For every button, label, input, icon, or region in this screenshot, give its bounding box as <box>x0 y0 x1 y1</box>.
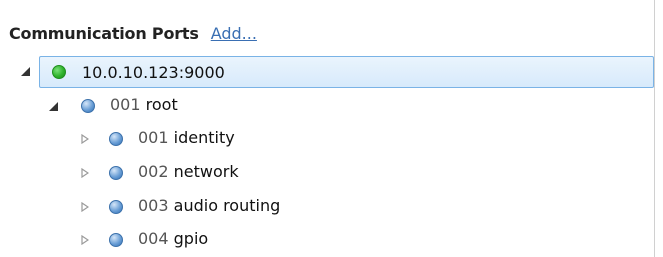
node-number: 004 <box>138 229 169 248</box>
node-name: audio routing <box>173 196 281 215</box>
tree-row-child[interactable]: 004 gpio <box>0 223 654 256</box>
node-icon <box>109 132 123 146</box>
panel-title: Communication Ports <box>9 23 199 43</box>
tree-row-root[interactable]: 001 root <box>0 89 654 122</box>
communication-ports-panel: Communication Ports Add... 10.0.10.123:9… <box>0 0 655 257</box>
tree-row-child[interactable]: 001 identity <box>0 122 654 155</box>
node-number: 001 <box>110 95 141 114</box>
node-number: 003 <box>138 196 169 215</box>
panel-header: Communication Ports Add... <box>9 18 257 48</box>
expanded-arrow-icon[interactable] <box>48 101 58 111</box>
node-icon <box>109 233 123 247</box>
node-number: 002 <box>138 162 169 181</box>
node-icon <box>109 200 123 214</box>
node-label: 002 network <box>138 162 239 181</box>
collapsed-arrow-icon[interactable] <box>80 134 90 144</box>
collapsed-arrow-icon[interactable] <box>80 168 90 178</box>
add-port-link[interactable]: Add... <box>211 24 257 43</box>
node-name: gpio <box>173 229 209 248</box>
collapsed-arrow-icon[interactable] <box>80 202 90 212</box>
connection-label: 10.0.10.123:9000 <box>82 63 225 82</box>
node-number: 001 <box>138 128 169 147</box>
tree-row-child[interactable]: 002 network <box>0 156 654 189</box>
tree-row-child[interactable]: 003 audio routing <box>0 190 654 223</box>
node-label: 004 gpio <box>138 229 208 248</box>
expanded-arrow-icon[interactable] <box>20 66 30 76</box>
node-label: 003 audio routing <box>138 196 280 215</box>
node-name: network <box>173 162 239 181</box>
node-name: root <box>145 95 178 114</box>
node-label: 001 identity <box>138 128 235 147</box>
node-name: identity <box>173 128 235 147</box>
node-icon <box>109 166 123 180</box>
collapsed-arrow-icon[interactable] <box>80 235 90 245</box>
node-icon <box>81 99 95 113</box>
node-label: 001 root <box>110 95 178 114</box>
connection-status-icon <box>52 65 66 79</box>
